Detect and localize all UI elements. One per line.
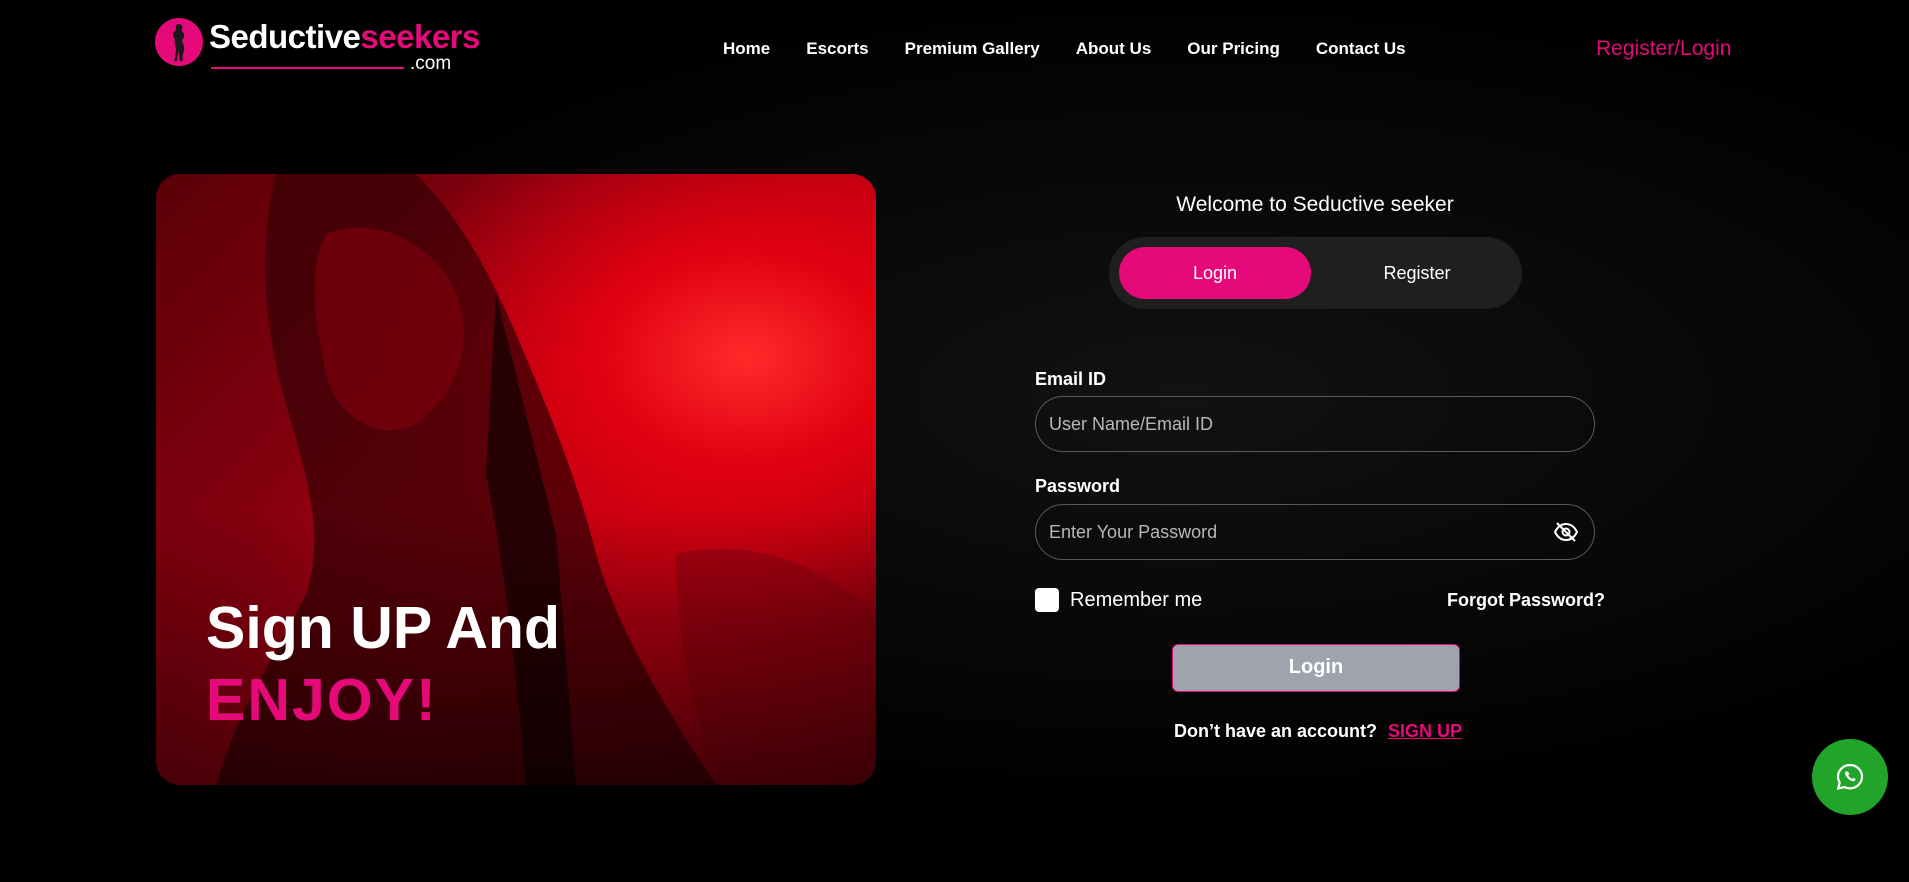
hero-line-2: ENJOY!	[206, 667, 438, 733]
nav-contact-us[interactable]: Contact Us	[1316, 38, 1406, 60]
nav-premium-gallery[interactable]: Premium Gallery	[905, 38, 1040, 60]
main-nav: Home Escorts Premium Gallery About Us Ou…	[723, 38, 1406, 60]
signup-prompt: Don’t have an account? SIGN UP	[1174, 720, 1462, 742]
login-submit-button[interactable]: Login	[1172, 644, 1460, 692]
logo-text-pink: seekers	[360, 18, 480, 55]
hero-line-1: Sign UP And	[206, 595, 560, 661]
hero-image-card: Sign UP And ENJOY!	[156, 174, 876, 785]
site-logo[interactable]: Seductiveseekers .com	[155, 16, 480, 74]
remember-label: Remember me	[1070, 589, 1203, 611]
logo-suffix: .com	[410, 53, 452, 74]
remember-checkbox[interactable]	[1035, 588, 1059, 612]
logo-underline	[211, 67, 404, 69]
nav-home[interactable]: Home	[723, 38, 770, 60]
nav-about-us[interactable]: About Us	[1076, 38, 1152, 60]
whatsapp-button[interactable]	[1812, 739, 1888, 815]
hero-headline: Sign UP And ENJOY!	[206, 592, 560, 736]
signup-link[interactable]: SIGN UP	[1388, 721, 1462, 741]
whatsapp-icon	[1836, 763, 1864, 791]
logo-wordmark: Seductiveseekers	[209, 18, 480, 56]
email-field[interactable]	[1035, 396, 1595, 452]
logo-text-white: Seductive	[209, 18, 361, 55]
auth-tab-switch: Login Register	[1109, 237, 1522, 309]
no-account-text: Don’t have an account?	[1174, 721, 1378, 741]
eye-off-icon[interactable]	[1553, 521, 1579, 543]
logo-silhouette-icon	[155, 18, 203, 66]
email-label: Email ID	[1035, 369, 1107, 389]
forgot-password-link[interactable]: Forgot Password?	[1447, 589, 1605, 611]
password-field[interactable]	[1035, 504, 1595, 560]
tab-login[interactable]: Login	[1119, 247, 1311, 299]
welcome-heading: Welcome to Seductive seeker	[1176, 193, 1454, 216]
nav-escorts[interactable]: Escorts	[806, 38, 868, 60]
tab-register[interactable]: Register	[1321, 247, 1513, 299]
password-label: Password	[1035, 476, 1121, 496]
register-login-link[interactable]: Register/Login	[1596, 36, 1731, 62]
nav-our-pricing[interactable]: Our Pricing	[1187, 38, 1280, 60]
